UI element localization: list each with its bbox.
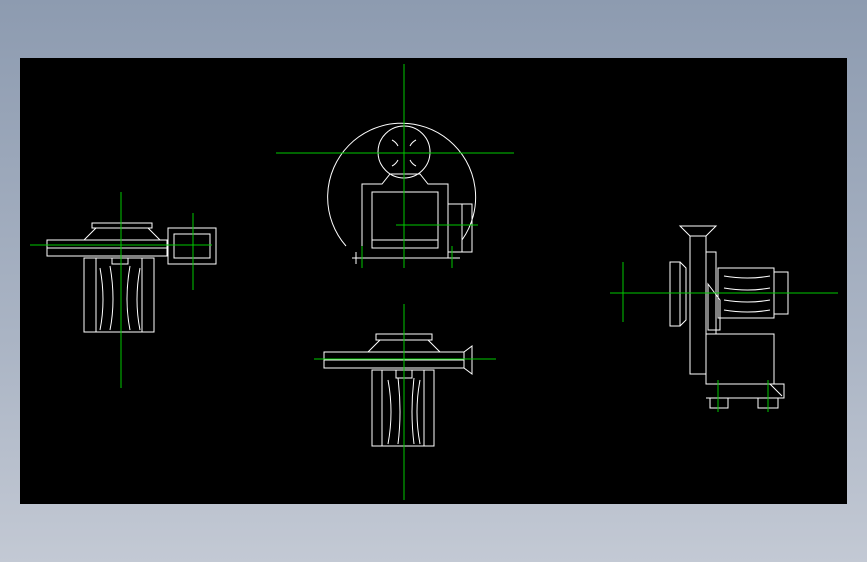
right-view-base bbox=[705, 333, 775, 385]
cad-drawing bbox=[30, 64, 838, 500]
left-view-motor bbox=[83, 257, 155, 333]
right-view-housing bbox=[689, 236, 707, 375]
pedestal-frame bbox=[361, 173, 449, 259]
right-fan-view bbox=[669, 225, 789, 409]
right-view-inlet bbox=[678, 225, 718, 237]
front-fan-view bbox=[327, 122, 477, 264]
volute-housing bbox=[327, 122, 477, 247]
bottom-view-outlet bbox=[463, 345, 473, 375]
left-view-scroll-cap bbox=[82, 227, 162, 241]
base-feet bbox=[352, 252, 460, 264]
left-view-outlet bbox=[167, 227, 217, 265]
front-outlet-flange bbox=[447, 203, 473, 253]
left-view-flange bbox=[91, 222, 153, 229]
bottom-fan-view bbox=[323, 333, 473, 447]
bottom-view-motor bbox=[371, 369, 435, 447]
left-fan-view bbox=[46, 222, 217, 333]
